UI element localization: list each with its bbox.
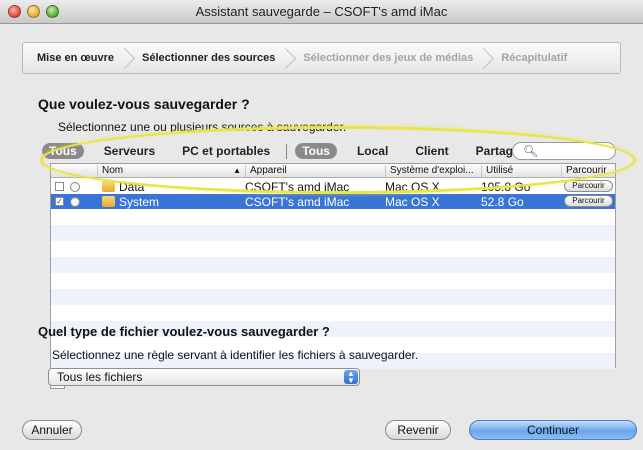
- table-row[interactable]: ✓ System CSOFT's amd iMac Mac OS X 52.8 …: [51, 194, 615, 209]
- browse-button[interactable]: Parcourir: [564, 195, 613, 207]
- row-os: Mac OS X: [385, 195, 440, 209]
- browse-button[interactable]: Parcourir: [564, 180, 613, 192]
- row-device: CSOFT's amd iMac: [245, 195, 350, 209]
- window-title: Assistant sauvegarde – CSOFT's amd iMac: [195, 4, 448, 19]
- back-button[interactable]: Revenir: [385, 420, 451, 440]
- row-used: 52.8 Go: [481, 195, 524, 209]
- empty-row: [51, 225, 615, 241]
- sources-question: Que voulez-vous sauvegarder ?: [38, 96, 250, 112]
- annotation-highlight-ellipse: [40, 126, 636, 194]
- backup-assistant-window: Assistant sauvegarde – CSOFT's amd iMac …: [0, 0, 643, 450]
- row-radio[interactable]: [70, 197, 80, 207]
- row-checkbox[interactable]: ✓: [55, 197, 64, 206]
- cancel-button[interactable]: Annuler: [22, 420, 82, 440]
- step-summary: Récapitulatif: [501, 52, 568, 64]
- step-select-sources[interactable]: Sélectionner des sources: [128, 43, 289, 73]
- step-select-media-sets: Sélectionner des jeux de médias: [289, 43, 487, 73]
- row-radio[interactable]: [70, 182, 80, 192]
- wizard-breadcrumb: Mise en œuvre Sélectionner des sources S…: [22, 42, 621, 74]
- folder-icon: [102, 181, 115, 192]
- row-name: System: [119, 195, 160, 209]
- filetype-instruction: Sélectionnez une règle servant à identif…: [52, 348, 419, 362]
- file-rule-value: Tous les fichiers: [57, 370, 143, 384]
- up-down-arrows-icon: ▲ ▼: [344, 370, 358, 385]
- title-bar: Assistant sauvegarde – CSOFT's amd iMac: [0, 0, 643, 24]
- continue-button[interactable]: Continuer: [469, 420, 637, 440]
- filetype-question: Quel type de fichier voulez-vous sauvega…: [38, 324, 330, 339]
- file-rule-select[interactable]: Tous les fichiers ▲ ▼: [48, 368, 360, 386]
- row-checkbox[interactable]: [55, 182, 64, 191]
- folder-icon: [102, 196, 115, 207]
- empty-row: [51, 257, 615, 273]
- step-setup[interactable]: Mise en œuvre: [23, 43, 128, 73]
- empty-row: [51, 289, 615, 305]
